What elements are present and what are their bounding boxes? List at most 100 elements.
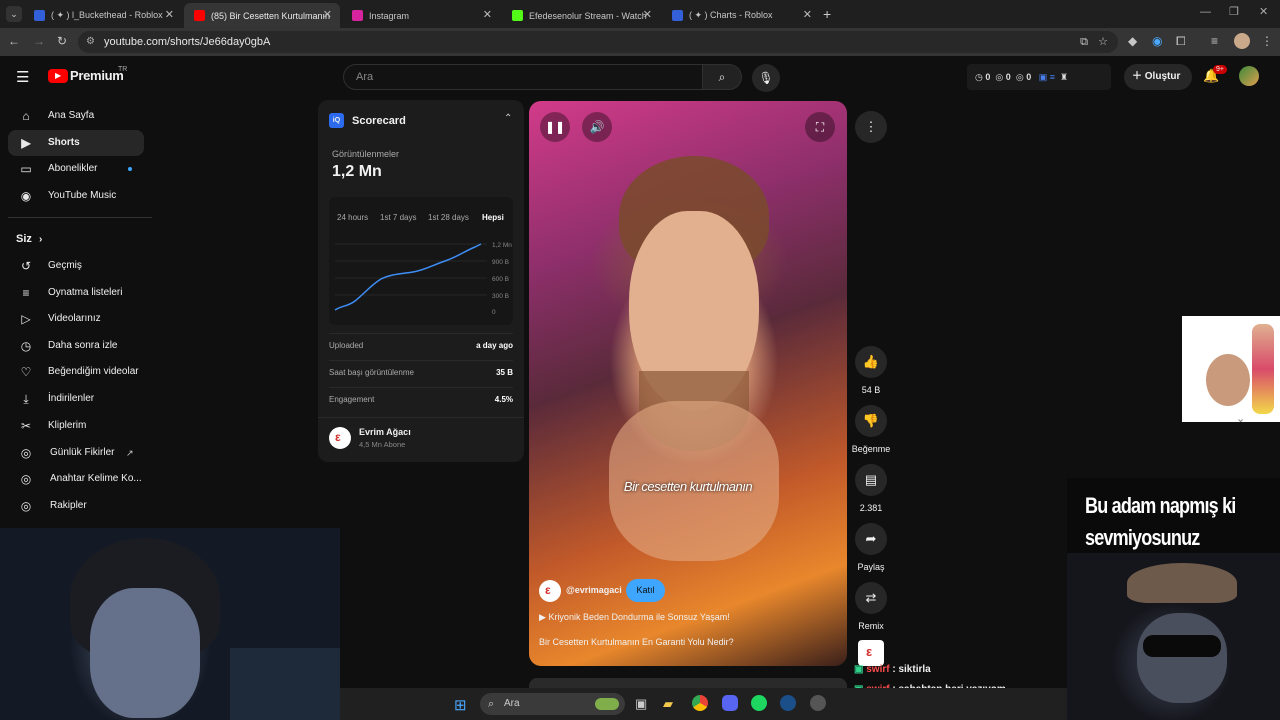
- cast-icon[interactable]: ⧉: [1080, 31, 1088, 53]
- like-action[interactable]: 👍 54 B: [855, 346, 887, 395]
- voice-search-button[interactable]: 🎙: [752, 64, 780, 92]
- vidiq-stats-bar[interactable]: ◷ 0 ◎ 0 ◎ 0 ▣ ≡ ♜: [967, 64, 1111, 90]
- tab-kick-stream[interactable]: Efedesenolur Stream - Watch Li ✕: [502, 3, 660, 28]
- tab-search-icon[interactable]: ⌄: [6, 6, 22, 22]
- scroll-down-icon[interactable]: ⌄: [1236, 412, 1245, 425]
- steam-icon[interactable]: [780, 695, 796, 711]
- tab-label: ( ✦ ) l_Buckethead - Roblox: [51, 10, 163, 20]
- thumbs-down-icon[interactable]: 👎: [855, 405, 887, 437]
- sidebar-item-keyword-tool[interactable]: ◎ Anahtar Kelime Ko...: [8, 466, 144, 492]
- tab-roblox-charts[interactable]: ( ✦ ) Charts - Roblox ✕: [662, 3, 820, 28]
- restore-icon[interactable]: ❐: [1229, 5, 1239, 18]
- vidiq-icon[interactable]: ▣: [1039, 72, 1048, 82]
- pause-button[interactable]: ❚❚: [540, 112, 570, 142]
- video-title[interactable]: Bir Cesetten Kurtulmanın En Garanti Yolu…: [539, 637, 734, 647]
- remix-icon[interactable]: ⇄: [855, 582, 887, 614]
- fullscreen-button[interactable]: ⛶: [805, 112, 835, 142]
- windows-start-icon[interactable]: ⊞: [454, 696, 467, 714]
- search-highlight-icon: [595, 698, 619, 710]
- sidebar-item-competitors[interactable]: ◎ Rakipler: [8, 493, 144, 519]
- tab-instagram[interactable]: Instagram ✕: [342, 3, 500, 28]
- sidebar-item-shorts[interactable]: ▶ Shorts: [8, 130, 144, 156]
- channel-handle[interactable]: @evrimagaci: [566, 585, 622, 595]
- bookmark-star-icon[interactable]: ☆: [1098, 31, 1108, 53]
- logo-text[interactable]: Premium: [70, 68, 124, 83]
- close-window-icon[interactable]: ✕: [1259, 5, 1268, 18]
- spotify-icon[interactable]: [751, 695, 767, 711]
- file-explorer-icon[interactable]: ▰: [663, 696, 673, 712]
- video-subtitle: Bir cesetten kurtulmanın: [623, 479, 753, 494]
- sidebar-item-daily-ideas[interactable]: ◎ Günlük Fikirler ↗: [8, 440, 144, 466]
- tab-roblox-buckethead[interactable]: ( ✦ ) l_Buckethead - Roblox ✕: [24, 3, 182, 28]
- search-button[interactable]: ⌕: [702, 64, 742, 90]
- volume-button[interactable]: 🔊: [582, 112, 612, 142]
- share-action[interactable]: ➦ Paylaş: [855, 523, 887, 572]
- range-tab-all[interactable]: Hepsi: [482, 213, 504, 222]
- profile-avatar[interactable]: [1234, 33, 1250, 49]
- youtube-logo-icon[interactable]: ▶: [48, 69, 68, 83]
- more-options-button[interactable]: ⋮: [855, 111, 887, 143]
- range-tab-28d[interactable]: 1st 28 days: [428, 213, 469, 222]
- extensions-puzzle-icon[interactable]: ⧠: [1176, 34, 1186, 49]
- channel-avatar[interactable]: ε: [329, 427, 351, 449]
- sidebar-item-downloads[interactable]: ⤓ İndirilenler: [8, 386, 144, 412]
- thumbs-up-icon[interactable]: 👍: [855, 346, 887, 378]
- close-tab-icon[interactable]: ✕: [483, 8, 492, 21]
- new-tab-icon[interactable]: +: [823, 6, 831, 22]
- collapse-chevron-icon[interactable]: ⌃: [504, 113, 512, 124]
- address-bar[interactable]: ⚙ youtube.com/shorts/Je66day0gbA ⧉ ☆: [78, 31, 1118, 53]
- chrome-icon[interactable]: [692, 695, 708, 711]
- remix-action[interactable]: ⇄ Remix: [855, 582, 887, 631]
- minimize-icon[interactable]: —: [1200, 6, 1211, 18]
- extension-icon[interactable]: ◆: [1128, 34, 1137, 48]
- stat-value: 0: [1005, 72, 1011, 82]
- sidebar-item-playlists[interactable]: ≡ Oynatma listeleri: [8, 280, 144, 306]
- sidebar-item-home[interactable]: ⌂ Ana Sayfa: [8, 103, 144, 129]
- discord-icon[interactable]: [722, 695, 738, 711]
- next-short-preview[interactable]: [529, 678, 847, 688]
- join-button[interactable]: Katıl: [626, 579, 665, 602]
- sidebar-item-history[interactable]: ↺ Geçmiş: [8, 253, 144, 279]
- site-info-icon[interactable]: ⚙: [86, 31, 95, 53]
- trophy-icon[interactable]: ♜: [1060, 72, 1068, 82]
- range-tab-24h[interactable]: 24 hours: [337, 213, 368, 222]
- create-button[interactable]: ＋ Oluştur: [1124, 64, 1192, 90]
- hamburger-menu-icon[interactable]: ☰: [16, 68, 29, 86]
- reload-icon[interactable]: ↻: [57, 34, 67, 48]
- shorts-video-player[interactable]: ❚❚ 🔊 ⛶ Bir cesetten kurtulmanın ε @evrim…: [529, 101, 847, 666]
- extension-icon[interactable]: ◉: [1152, 34, 1162, 48]
- back-icon[interactable]: ←: [8, 34, 20, 48]
- close-tab-icon[interactable]: ✕: [803, 8, 812, 21]
- comments-action[interactable]: ▤ 2.381: [855, 464, 887, 513]
- sidebar-item-watch-later[interactable]: ◷ Daha sonra izle: [8, 333, 144, 359]
- range-tab-7d[interactable]: 1st 7 days: [380, 213, 416, 222]
- sidebar-item-your-videos[interactable]: ▷ Videolarınız: [8, 306, 144, 332]
- list-icon[interactable]: ≡: [1050, 72, 1055, 82]
- account-avatar[interactable]: [1239, 66, 1259, 86]
- channel-name[interactable]: Evrim Ağacı: [359, 427, 411, 437]
- close-tab-icon[interactable]: ✕: [323, 8, 332, 21]
- webcam-left: [0, 528, 340, 720]
- browser-menu-icon[interactable]: ⋮: [1261, 34, 1273, 48]
- sidebar-item-subscriptions[interactable]: ▭ Abonelikler: [8, 156, 144, 182]
- sidebar-item-clips[interactable]: ✂ Kliplerim: [8, 413, 144, 439]
- channel-avatar[interactable]: ε: [539, 580, 561, 602]
- taskbar-search[interactable]: ⌕ Ara: [480, 693, 625, 715]
- playlist-link[interactable]: ▶ Kriyonik Beden Dondurma ile Sonsuz Yaş…: [539, 612, 730, 623]
- sidebar-item-youtube-music[interactable]: ◉ YouTube Music: [8, 183, 144, 209]
- obs-icon[interactable]: [810, 695, 826, 711]
- reading-list-icon[interactable]: ≡: [1211, 34, 1218, 48]
- task-view-icon[interactable]: ▣: [635, 696, 647, 712]
- youtube-icon: [194, 10, 205, 21]
- share-icon[interactable]: ➦: [855, 523, 887, 555]
- sidebar-item-liked-videos[interactable]: ♡ Beğendiğim videolar: [8, 359, 144, 385]
- you-section-header[interactable]: Siz ›: [16, 233, 42, 245]
- tab-youtube-shorts[interactable]: (85) Bir Cesetten Kurtulmanın E ✕: [184, 3, 340, 28]
- comment-icon[interactable]: ▤: [855, 464, 887, 496]
- roblox-icon: [34, 10, 45, 21]
- forward-icon[interactable]: →: [33, 34, 45, 48]
- close-tab-icon[interactable]: ✕: [643, 8, 652, 21]
- close-tab-icon[interactable]: ✕: [165, 8, 174, 21]
- search-input[interactable]: Ara: [343, 64, 703, 90]
- dislike-action[interactable]: 👎 Beğenme: [852, 405, 890, 454]
